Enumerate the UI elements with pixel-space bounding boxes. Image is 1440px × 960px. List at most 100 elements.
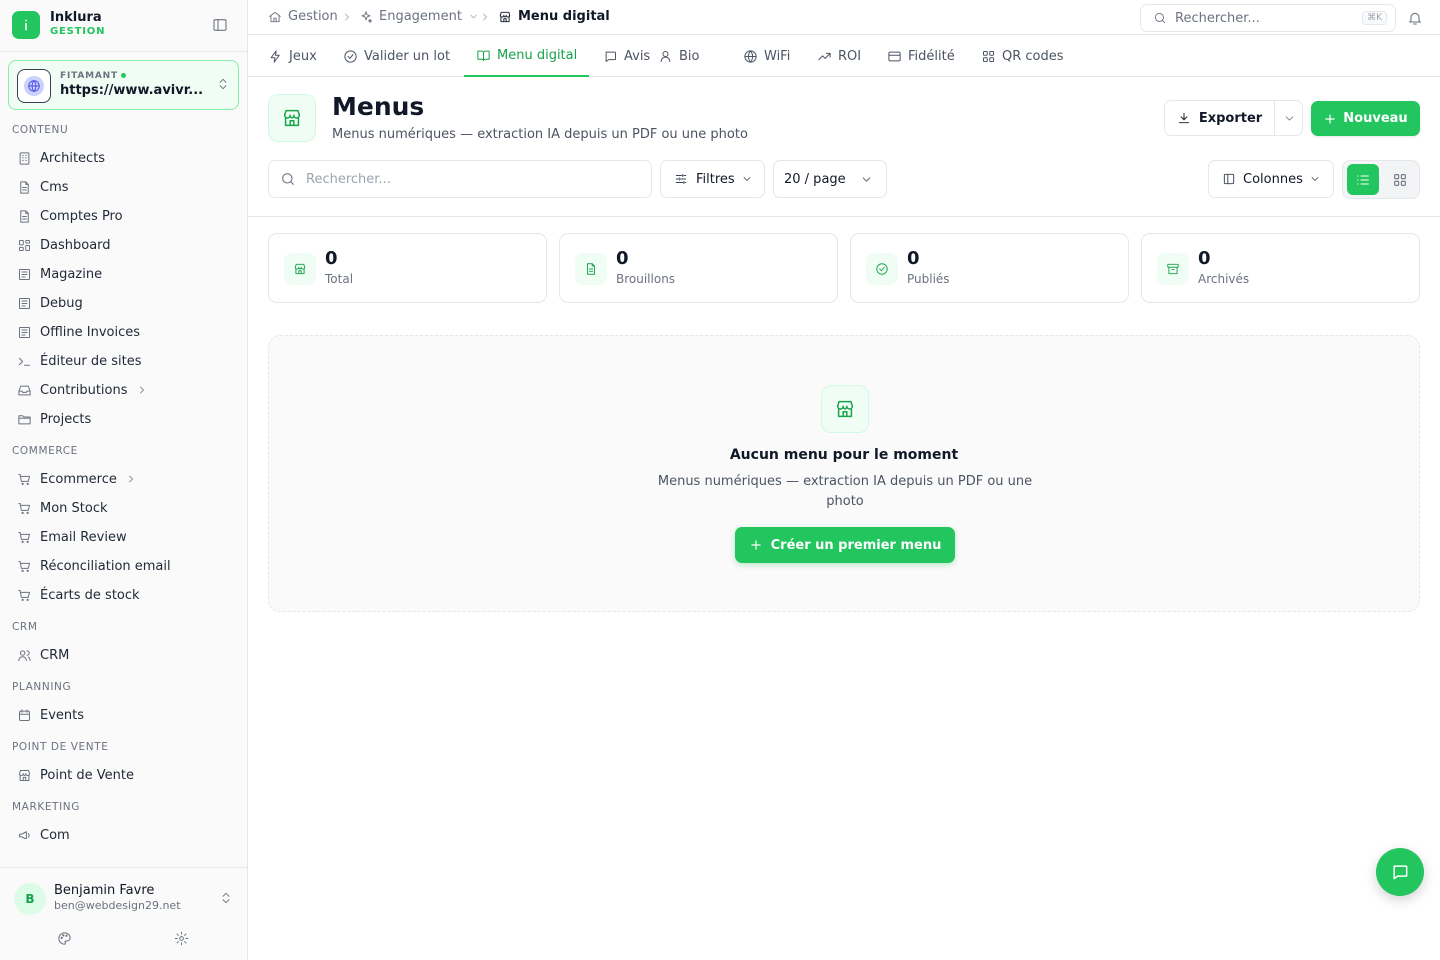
tab-valider-un-lot[interactable]: Valider un lot — [343, 35, 450, 77]
message-circle-icon — [1390, 862, 1410, 882]
search-icon — [280, 171, 306, 187]
sidebar-toggle-icon[interactable] — [212, 17, 228, 33]
new-menu-button[interactable]: Nouveau — [1311, 101, 1420, 136]
sidebar-item-magazine[interactable]: Magazine — [8, 261, 239, 287]
workspace-label: FITAMANT — [60, 71, 126, 81]
page-size-select[interactable]: 20 / page — [773, 160, 887, 198]
sidebar-item-architects[interactable]: Architects — [8, 145, 239, 171]
sidebar-item-projects[interactable]: Projects — [8, 406, 239, 432]
list-view-button[interactable] — [1347, 164, 1379, 195]
grid-view-button[interactable] — [1384, 164, 1416, 195]
export-dropdown-button[interactable] — [1275, 101, 1303, 135]
global-search-placeholder: Rechercher... — [1175, 10, 1260, 26]
user-menu[interactable]: B Benjamin Favre ben@webdesign29.net — [0, 867, 247, 960]
page-size-value: 20 / page — [784, 171, 846, 187]
download-icon — [1177, 111, 1199, 125]
calendar-icon — [17, 708, 40, 723]
tab-label: ROI — [838, 48, 862, 64]
archive-icon — [1157, 253, 1189, 285]
global-search[interactable]: Rechercher... ⌘K — [1140, 4, 1396, 32]
sidebar-item-label: Projects — [40, 411, 92, 427]
sidebar-item-comptes-pro[interactable]: Comptes Pro — [8, 203, 239, 229]
create-first-menu-button[interactable]: Créer un premier menu — [735, 527, 955, 563]
sidebar-item-editeur-de-sites[interactable]: Éditeur de sites — [8, 348, 239, 374]
sidebar-item-email-review[interactable]: Email Review — [8, 524, 239, 550]
tab-label: Fidélité — [908, 48, 955, 64]
breadcrumb-engagement[interactable]: Engagement — [359, 9, 479, 24]
brand-subtitle: GESTION — [50, 26, 106, 37]
book-open-icon — [476, 48, 497, 63]
tab-menu-digital[interactable]: Menu digital — [464, 35, 590, 77]
tab-jeux[interactable]: Jeux — [268, 35, 317, 77]
stat-value: 0 — [907, 248, 920, 269]
tab-roi[interactable]: ROI — [817, 35, 861, 77]
check-circle-icon — [343, 49, 364, 64]
chevron-down-icon — [1283, 112, 1296, 125]
sidebar-item-ecarts-de-stock[interactable]: Écarts de stock — [8, 582, 239, 608]
newspaper-icon — [17, 325, 40, 340]
sidebar-item-label: Email Review — [40, 529, 127, 545]
nav-section-title: MARKETING — [12, 801, 80, 813]
palette-icon[interactable] — [57, 931, 72, 946]
breadcrumb-gestion[interactable]: Gestion — [268, 9, 338, 24]
brand-logo-icon[interactable] — [12, 11, 40, 39]
search-icon — [1153, 11, 1175, 25]
stat-label: Total — [325, 272, 354, 286]
store-icon — [821, 385, 869, 433]
sliders-icon — [674, 172, 688, 186]
sidebar-item-dashboard[interactable]: Dashboard — [8, 232, 239, 258]
export-button[interactable]: Exporter — [1165, 101, 1275, 135]
sidebar-item-offline-invoices[interactable]: Offline Invoices — [8, 319, 239, 345]
sparkles-icon — [359, 10, 379, 24]
chat-button[interactable] — [1376, 848, 1424, 896]
shortcut-badge: ⌘K — [1362, 11, 1387, 25]
workspace-url: https://www.avivr... — [60, 83, 204, 98]
breadcrumb-label: Engagement — [379, 9, 462, 24]
sidebar-item-crm[interactable]: CRM — [8, 642, 239, 668]
sidebar-item-point-de-vente[interactable]: Point de Vente — [8, 762, 239, 788]
sidebar-item-mon-stock[interactable]: Mon Stock — [8, 495, 239, 521]
sidebar-item-label: Events — [40, 707, 85, 723]
columns-button[interactable]: Colonnes — [1208, 160, 1334, 198]
tab-avis[interactable]: Avis — [603, 35, 650, 77]
newspaper-icon — [17, 296, 40, 311]
filters-button[interactable]: Filtres — [660, 160, 765, 198]
sidebar-item-events[interactable]: Events — [8, 702, 239, 728]
inbox-icon — [17, 383, 40, 398]
cart-icon — [17, 530, 40, 545]
tab-label: QR codes — [1002, 48, 1064, 64]
sidebar-item-ecommerce[interactable]: Ecommerce — [8, 466, 239, 492]
stat-value: 0 — [325, 248, 338, 269]
bell-icon[interactable] — [1407, 10, 1423, 26]
sidebar-item-label: Réconciliation email — [40, 558, 171, 574]
sidebar-item-contributions[interactable]: Contributions — [8, 377, 239, 403]
globe-icon — [743, 49, 764, 64]
empty-state-title: Aucun menu pour le moment — [729, 447, 959, 463]
chevron-right-icon — [479, 11, 491, 23]
stat-card-archives: 0 Archivés — [1141, 233, 1420, 303]
export-button-group: Exporter — [1164, 100, 1303, 136]
sidebar-item-com[interactable]: Com — [8, 822, 239, 839]
tab-wifi[interactable]: WiFi — [743, 35, 790, 77]
module-tabs: Jeux Valider un lot Menu digital Avis Bio WiF… — [248, 35, 1440, 77]
plus-icon — [1323, 112, 1343, 126]
sidebar-item-label: Écarts de stock — [40, 587, 140, 603]
newspaper-icon — [17, 267, 40, 282]
sidebar-item-label: Point de Vente — [40, 767, 135, 783]
tab-bio[interactable]: Bio — [658, 35, 699, 77]
workspace-switcher[interactable]: FITAMANT https://www.avivr... — [8, 60, 239, 110]
status-dot — [120, 73, 126, 78]
tab-qr-codes[interactable]: QR codes — [981, 35, 1064, 77]
sidebar-item-label: Cms — [40, 179, 69, 195]
sidebar-item-debug[interactable]: Debug — [8, 290, 239, 316]
stat-label: Archivés — [1198, 272, 1250, 286]
list-search-input[interactable] — [306, 171, 626, 187]
store-icon — [17, 768, 40, 783]
sidebar-item-reconciliation-email[interactable]: Réconciliation email — [8, 553, 239, 579]
settings-gear-icon[interactable] — [174, 931, 189, 946]
chevron-right-icon — [128, 384, 156, 396]
sidebar-item-cms[interactable]: Cms — [8, 174, 239, 200]
store-icon — [268, 94, 316, 142]
tab-fidelite[interactable]: Fidélité — [887, 35, 955, 77]
brand-name: Inklura — [50, 10, 102, 25]
